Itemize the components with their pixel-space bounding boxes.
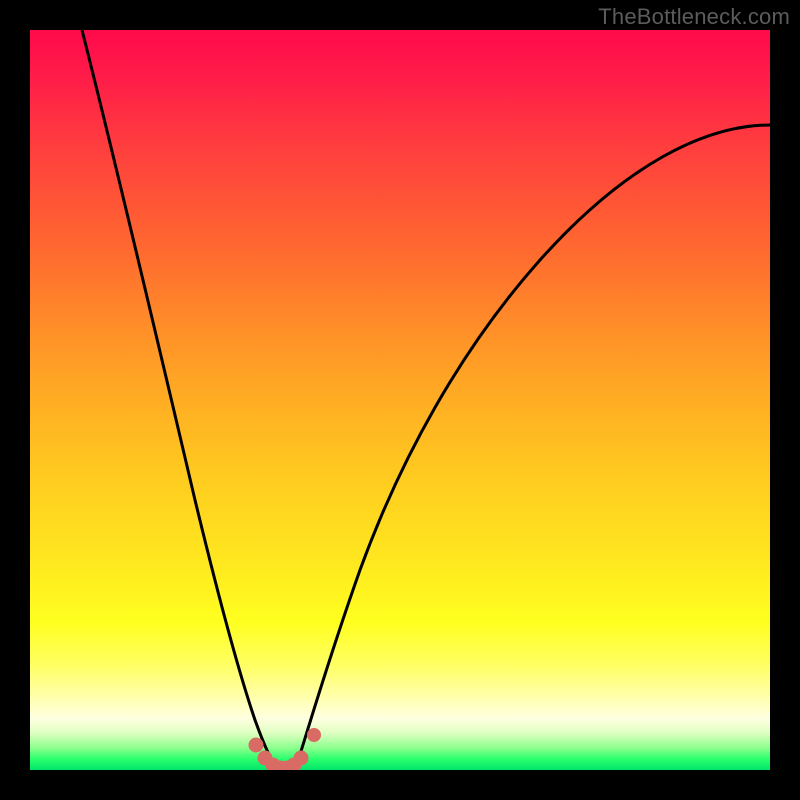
chart-frame: TheBottleneck.com: [0, 0, 800, 800]
watermark-text: TheBottleneck.com: [598, 4, 790, 30]
left-curve: [82, 30, 276, 767]
right-curve: [296, 125, 770, 767]
chart-svg: [30, 30, 770, 770]
plot-area: [30, 30, 770, 770]
